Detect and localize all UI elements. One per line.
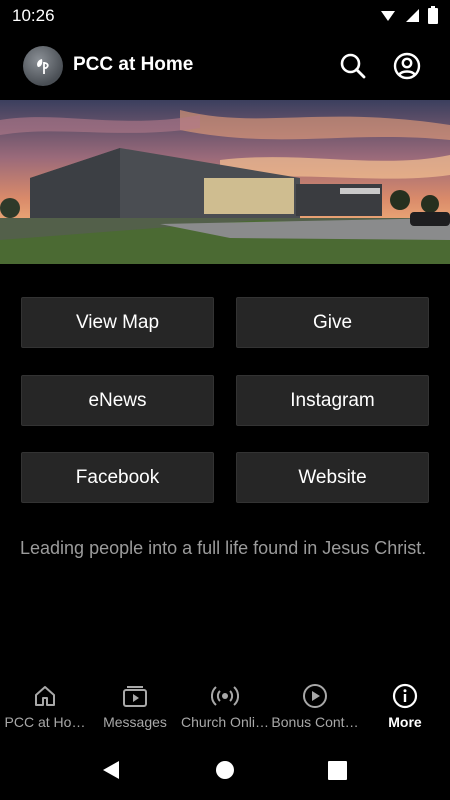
nav-label: Messages (103, 714, 167, 730)
nav-item-more[interactable]: More (360, 670, 450, 740)
nav-item-bonus-content[interactable]: Bonus Cont… (270, 670, 360, 740)
system-nav (0, 740, 450, 800)
account-icon[interactable] (392, 51, 422, 81)
back-icon[interactable] (100, 759, 122, 781)
nav-label: PCC at Ho… (4, 714, 86, 730)
app-bar: PCC at Home (0, 32, 450, 100)
play-circle-icon (301, 682, 329, 710)
nav-label: Church Onli… (181, 714, 269, 730)
recents-icon[interactable] (328, 761, 347, 780)
nav-item-home[interactable]: PCC at Ho… (0, 670, 90, 740)
nav-item-messages[interactable]: Messages (90, 670, 180, 740)
leaf-logo-icon (37, 59, 49, 74)
enews-button[interactable]: eNews (21, 375, 214, 426)
status-icons (380, 6, 438, 24)
website-button[interactable]: Website (236, 452, 429, 503)
status-time: 10:26 (12, 6, 55, 25)
home-circle-icon[interactable] (215, 760, 235, 780)
home-icon (31, 682, 59, 710)
search-icon[interactable] (338, 51, 368, 81)
bottom-nav: PCC at Ho… Messages Church Onli… Bonus C… (0, 670, 450, 740)
nav-label: Bonus Cont… (271, 714, 359, 730)
video-library-icon (121, 682, 149, 710)
church-building-photo (0, 100, 450, 264)
hero-image (0, 100, 450, 264)
broadcast-icon (211, 682, 239, 710)
info-icon (391, 682, 419, 710)
facebook-button[interactable]: Facebook (21, 452, 214, 503)
app-title: PCC at Home (73, 54, 194, 75)
cellular-icon (406, 9, 419, 22)
signal-icon (381, 11, 395, 21)
nav-label: More (388, 714, 422, 730)
give-button[interactable]: Give (236, 297, 429, 348)
app-logo (23, 46, 63, 86)
tagline: Leading people into a full life found in… (20, 538, 427, 558)
nav-item-church-online[interactable]: Church Onli… (180, 670, 270, 740)
view-map-button[interactable]: View Map (21, 297, 214, 348)
battery-icon (428, 6, 438, 24)
instagram-button[interactable]: Instagram (236, 375, 429, 426)
status-bar: 10:26 (0, 0, 450, 32)
